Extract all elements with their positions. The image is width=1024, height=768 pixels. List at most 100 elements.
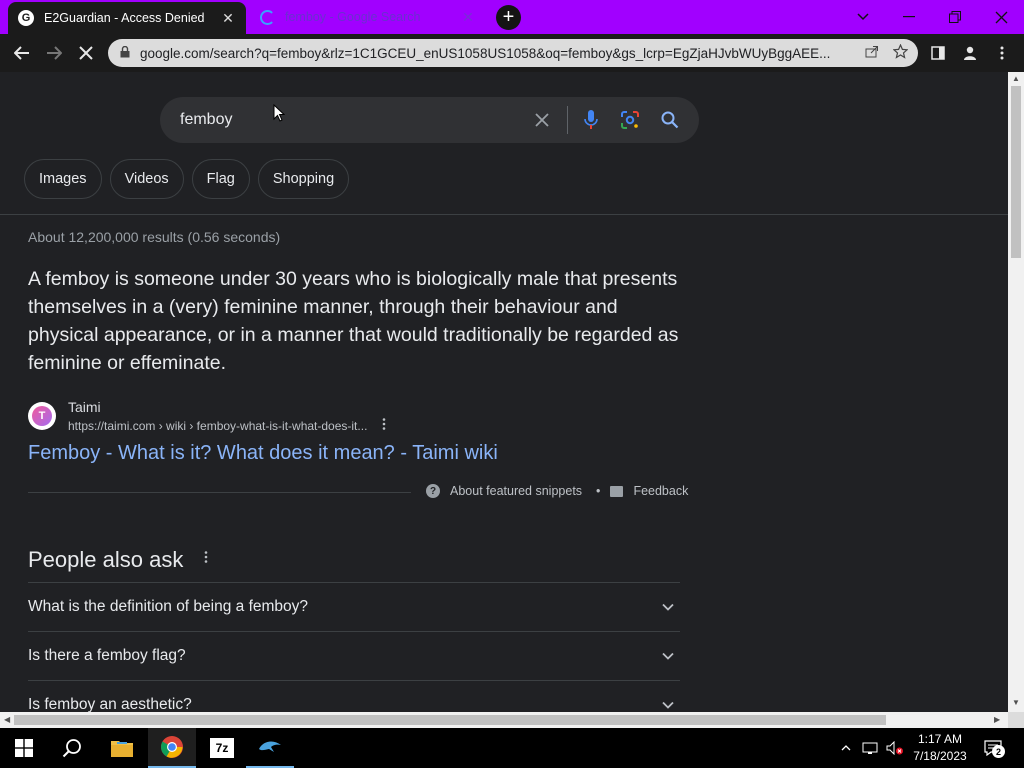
system-clock[interactable]: 1:17 AM 7/18/2023: [905, 731, 975, 765]
vertical-scroll-thumb[interactable]: [1011, 86, 1021, 258]
clock-time: 1:17 AM: [917, 732, 963, 746]
chip-images[interactable]: Images: [24, 159, 102, 199]
browser-menu-button[interactable]: [992, 43, 1012, 63]
lock-icon[interactable]: [120, 45, 130, 61]
back-arrow-icon: [14, 46, 29, 60]
start-button[interactable]: [0, 728, 48, 768]
new-tab-button[interactable]: +: [496, 5, 521, 30]
help-icon: ?: [426, 484, 440, 498]
result-options-icon[interactable]: [378, 417, 390, 433]
7zip-taskbar-button[interactable]: 7z: [198, 728, 246, 768]
scroll-right-arrow-icon[interactable]: ▶: [994, 715, 1000, 724]
tab-google-search[interactable]: femboy - Google Search ✕: [250, 0, 486, 34]
close-tab-icon[interactable]: ✕: [220, 10, 236, 27]
chevron-down-icon: [857, 13, 869, 21]
search-results-page: femboy Images Videos Flag Shopping About…: [0, 72, 1008, 712]
scroll-up-arrow-icon[interactable]: ▲: [1012, 74, 1020, 83]
horizontal-scrollbar[interactable]: ◀ ▶: [0, 712, 1008, 728]
clear-search-icon[interactable]: [531, 109, 553, 131]
chip-flag[interactable]: Flag: [191, 159, 250, 199]
taskbar-search-button[interactable]: [48, 728, 96, 768]
feedback-icon: [610, 485, 624, 497]
loading-spinner-icon: [260, 9, 275, 25]
restore-icon: [949, 11, 961, 23]
scrollbar-corner: [1008, 712, 1024, 728]
header-divider: [0, 214, 1008, 215]
vertical-scrollbar[interactable]: ▲ ▼: [1008, 72, 1024, 712]
search-icon: [62, 739, 81, 758]
paa-question[interactable]: Is femboy an aesthetic?: [28, 680, 680, 712]
source-name[interactable]: Taimi: [68, 399, 101, 415]
featured-result-link[interactable]: Femboy - What is it? What does it mean? …: [28, 442, 498, 465]
chevron-up-icon: [841, 745, 851, 751]
forward-button[interactable]: [41, 40, 67, 66]
chip-shopping[interactable]: Shopping: [257, 159, 350, 199]
network-button[interactable]: [860, 728, 880, 768]
address-bar[interactable]: google.com/search?q=femboy&rlz=1C1GCEU_e…: [108, 39, 918, 67]
tab-search-button[interactable]: [840, 0, 886, 34]
tab-strip: G E2Guardian - Access Denied ✕ femboy - …: [0, 0, 1024, 34]
forward-arrow-icon: [47, 46, 62, 60]
source-url[interactable]: https://taimi.com › wiki › femboy-what-i…: [68, 419, 367, 433]
close-window-button[interactable]: [978, 0, 1024, 34]
paa-options-icon[interactable]: [200, 550, 212, 568]
people-also-ask-list: What is the definition of being a femboy…: [28, 582, 680, 712]
scroll-left-arrow-icon[interactable]: ◀: [4, 715, 10, 724]
scroll-down-arrow-icon[interactable]: ▼: [1012, 698, 1020, 707]
close-tab-icon[interactable]: ✕: [460, 9, 476, 26]
7zip-icon-label: 7z: [215, 741, 229, 755]
screen: G E2Guardian - Access Denied ✕ femboy - …: [0, 0, 1024, 768]
chip-videos[interactable]: Videos: [109, 159, 184, 199]
chevron-down-icon: [662, 603, 674, 611]
profile-button[interactable]: [960, 43, 980, 63]
horizontal-scroll-thumb[interactable]: [14, 715, 886, 725]
search-input[interactable]: femboy: [180, 111, 232, 129]
volume-button[interactable]: [884, 728, 906, 768]
feedback-link[interactable]: Feedback: [633, 484, 688, 498]
featured-snippet-text: A femboy is someone under 30 years who i…: [28, 268, 679, 374]
chrome-icon: [161, 736, 183, 758]
windows-taskbar: 7z 1:17 AM 7/18/2023 2: [0, 728, 1024, 768]
search-divider: [567, 106, 568, 134]
minimize-button[interactable]: [886, 0, 932, 34]
side-panel-icon: [931, 46, 945, 60]
tab-title: femboy - Google Search: [285, 10, 421, 24]
microphone-icon[interactable]: [580, 109, 602, 131]
side-panel-button[interactable]: [928, 43, 948, 63]
search-icon[interactable]: [659, 109, 681, 131]
taimi-logo-icon: T: [32, 406, 52, 426]
google-lens-icon[interactable]: [619, 109, 641, 131]
volume-muted-icon: [886, 741, 903, 755]
google-g-icon: G: [18, 10, 34, 26]
about-featured-snippets-link[interactable]: About featured snippets: [450, 484, 582, 498]
minimize-icon: [903, 16, 915, 18]
snippet-footer: ? About featured snippets • Feedback: [426, 484, 688, 498]
paa-question-text: Is there a femboy flag?: [28, 647, 186, 664]
chevron-down-icon: [662, 701, 674, 709]
show-hidden-icons-button[interactable]: [838, 728, 854, 768]
search-box[interactable]: femboy: [160, 97, 699, 143]
notification-count-badge: 2: [992, 745, 1005, 758]
bookmark-star-icon[interactable]: [892, 43, 909, 62]
windows-logo-icon: [15, 739, 33, 757]
folder-icon: [111, 741, 133, 757]
back-button[interactable]: [9, 40, 35, 66]
source-favicon[interactable]: T: [28, 402, 56, 430]
file-explorer-button[interactable]: [98, 728, 146, 768]
people-also-ask-heading: People also ask: [28, 547, 184, 572]
share-icon[interactable]: [865, 45, 879, 61]
7zip-icon: 7z: [210, 738, 234, 758]
results-stats: About 12,200,000 results (0.56 seconds): [28, 229, 281, 245]
snippet-divider: [28, 492, 411, 493]
restore-button[interactable]: [932, 0, 978, 34]
chrome-taskbar-button[interactable]: [148, 728, 196, 768]
search-filter-chips: Images Videos Flag Shopping: [24, 159, 350, 199]
stop-icon: [79, 46, 93, 60]
chevron-down-icon: [662, 652, 674, 660]
paa-question[interactable]: What is the definition of being a femboy…: [28, 582, 680, 631]
dolphin-taskbar-button[interactable]: [246, 728, 294, 768]
paa-question-text: Is femboy an aesthetic?: [28, 696, 192, 712]
stop-loading-button[interactable]: [73, 40, 99, 66]
tab-e2guardian[interactable]: G E2Guardian - Access Denied ✕: [8, 2, 246, 34]
paa-question[interactable]: Is there a femboy flag?: [28, 631, 680, 680]
